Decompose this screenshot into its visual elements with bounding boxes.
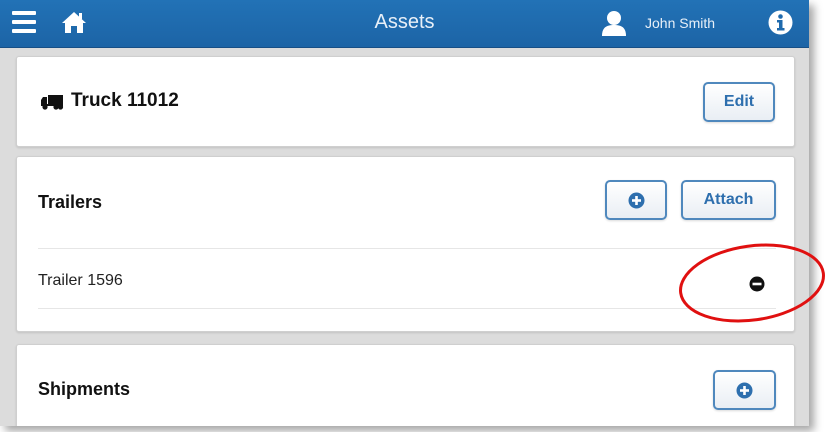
truck-title: Truck 11012 bbox=[71, 90, 179, 111]
trailers-title: Trailers bbox=[38, 192, 103, 212]
plus-circle-icon bbox=[736, 382, 753, 398]
divider bbox=[38, 308, 776, 309]
user-icon bbox=[602, 11, 626, 36]
truck-icon bbox=[41, 95, 64, 110]
app-window: Assets John Smith Truck 11012 Edit Trail… bbox=[0, 0, 809, 426]
user-name: John Smith bbox=[645, 15, 716, 31]
top-nav-bar: Assets John Smith bbox=[0, 0, 809, 48]
truck-card: Truck 11012 Edit bbox=[16, 56, 795, 147]
shipments-card: Shipments bbox=[16, 344, 795, 426]
add-trailer-button[interactable] bbox=[605, 180, 667, 220]
shipments-title: Shipments bbox=[38, 379, 131, 399]
trailers-card: Trailers Attach Trailer 1596 bbox=[16, 156, 795, 332]
plus-circle-icon bbox=[628, 192, 644, 208]
add-shipment-button[interactable] bbox=[713, 370, 776, 410]
info-icon[interactable] bbox=[768, 10, 793, 35]
edit-button[interactable]: Edit bbox=[703, 82, 775, 122]
trailer-list-item: Trailer 1596 bbox=[38, 272, 123, 289]
minus-circle-icon[interactable] bbox=[749, 276, 765, 292]
divider bbox=[38, 248, 776, 249]
attach-button[interactable]: Attach bbox=[681, 180, 776, 220]
